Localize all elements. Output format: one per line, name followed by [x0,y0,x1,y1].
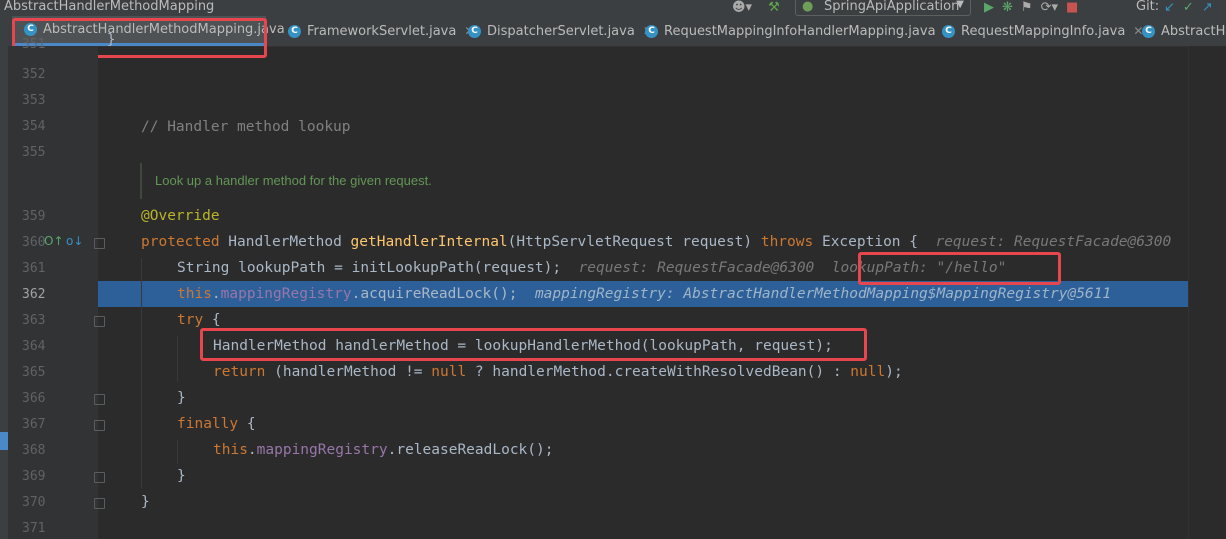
line-number: 367 [22,417,46,432]
line-number: 359 [22,209,46,224]
keyword: null [850,364,886,380]
method-name: getHandlerInternal [350,234,508,250]
editor-scrollbar[interactable] [1188,46,1226,539]
keyword: this [177,286,212,302]
keyword: throws [760,234,814,250]
git-update-icon[interactable]: ↙ [1164,1,1175,15]
keyword: this [213,442,248,458]
line-number: 366 [22,391,46,406]
run-configuration-label: SpringApiApplication [824,0,960,14]
window-title: AbstractHandlerMethodMapping [4,0,215,14]
code-text: Exception { [813,234,918,250]
code-text: { [238,416,256,432]
tool-window-strip [0,46,8,539]
code-text: ); [885,364,903,380]
line-number: 370 [22,495,46,510]
keyword: try [177,312,204,328]
inline-debug-value: request: RequestFacade@6300 [935,234,1172,250]
line-number: 362 [22,287,46,302]
code-editor[interactable]: } // Handler method lookup Look up a han… [98,32,1188,539]
annotation: @Override [141,208,220,224]
comment: // Handler method lookup [141,119,351,135]
doc-comment-text: Look up a handler method for the given r… [155,173,432,188]
code-text: . [247,442,257,458]
inline-debug-value: mappingRegistry: AbstractHandlerMethodMa… [534,286,1112,302]
line-number: 361 [22,261,46,276]
code-text: (HttpServletRequest request) [507,234,761,250]
code-line-365: return (handlerMethod != null ? handlerM… [213,359,1226,385]
code-line-367: finally { [177,411,1226,437]
code-line: } [106,32,116,48]
code-line-370: } [141,489,1226,515]
line-number: 354 [22,119,46,134]
indent-guide [177,440,178,464]
annotation-highlight-lookuppath [858,252,1061,285]
code-line-368: this.mappingRegistry.releaseReadLock(); [213,437,1226,463]
code-line-361: String lookupPath = initLookupPath(reque… [177,255,1226,281]
line-number: 365 [22,365,46,380]
code-text: { [203,312,221,328]
indent-guide [141,258,142,488]
vcs-label: Git: [1136,0,1160,14]
line-number: 371 [22,521,46,536]
code-text: } [177,468,186,484]
code-text: String lookupPath = initLookupPath(reque… [177,260,562,276]
stop-icon[interactable]: ■ [1066,1,1078,15]
annotation-highlight-lookup-call [200,328,867,361]
run-icon[interactable]: ▶ [984,1,994,15]
chevron-down-icon: ▼ [956,0,964,10]
keyword: finally [177,416,239,432]
line-number: 363 [22,313,46,328]
keyword: protected [141,234,220,250]
code-line-360: protected HandlerMethod getHandlerIntern… [141,229,1226,255]
keyword: null [431,364,467,380]
line-number: 369 [22,469,46,484]
code-line-354: // Handler method lookup [141,114,1226,140]
build-hammer-icon[interactable]: ⚒ [768,1,780,15]
coverage-icon[interactable]: ⚑ [1021,1,1033,15]
override-up-icon[interactable]: O↑ [44,234,64,248]
implemented-down-icon[interactable]: o↓ [66,234,83,248]
git-commit-icon[interactable]: ✓ [1183,1,1194,15]
code-text: .acquireReadLock(); [351,286,518,302]
doc-comment: Look up a handler method for the given r… [140,163,1222,199]
field: mappingRegistry [220,286,352,302]
line-number: 364 [22,339,46,354]
line-number-gutter: 351 352 353 354 355 359 360 361 362 363 … [8,37,98,539]
code-line-359: @Override [141,203,1226,229]
code-line-369: } [177,463,1226,489]
run-configuration-select[interactable]: ● SpringApiApplication ▼ [795,0,971,16]
code-text: } [177,390,186,406]
title-bar: AbstractHandlerMethodMapping ☻▾ ⚒ ● Spri… [0,0,1226,16]
code-text: ? handlerMethod.createWithResolvedBean()… [466,364,851,380]
inline-debug-value: request: RequestFacade@6300 [578,260,815,276]
line-number: 355 [22,145,46,160]
keyword: return [213,364,266,380]
profile-icon[interactable]: ⟳▾ [1041,1,1058,15]
code-text: (handlerMethod != [265,364,432,380]
side-marker [0,432,8,450]
line-number: 368 [22,443,46,458]
line-number: 351 [22,37,46,52]
line-number: 353 [22,93,46,108]
code-text: } [141,494,150,510]
field: mappingRegistry [256,442,388,458]
code-text: . [211,286,221,302]
debug-icon[interactable]: ❋ [1002,1,1013,15]
code-text: HandlerMethod [219,234,351,250]
line-number: 352 [22,67,46,82]
indent-guide [177,336,178,382]
code-text: .releaseReadLock(); [387,442,554,458]
person-icon[interactable]: ☻▾ [732,1,752,15]
code-line-366: } [177,385,1226,411]
spring-icon: ● [802,0,814,14]
git-push-icon[interactable]: ↗ [1202,1,1213,15]
